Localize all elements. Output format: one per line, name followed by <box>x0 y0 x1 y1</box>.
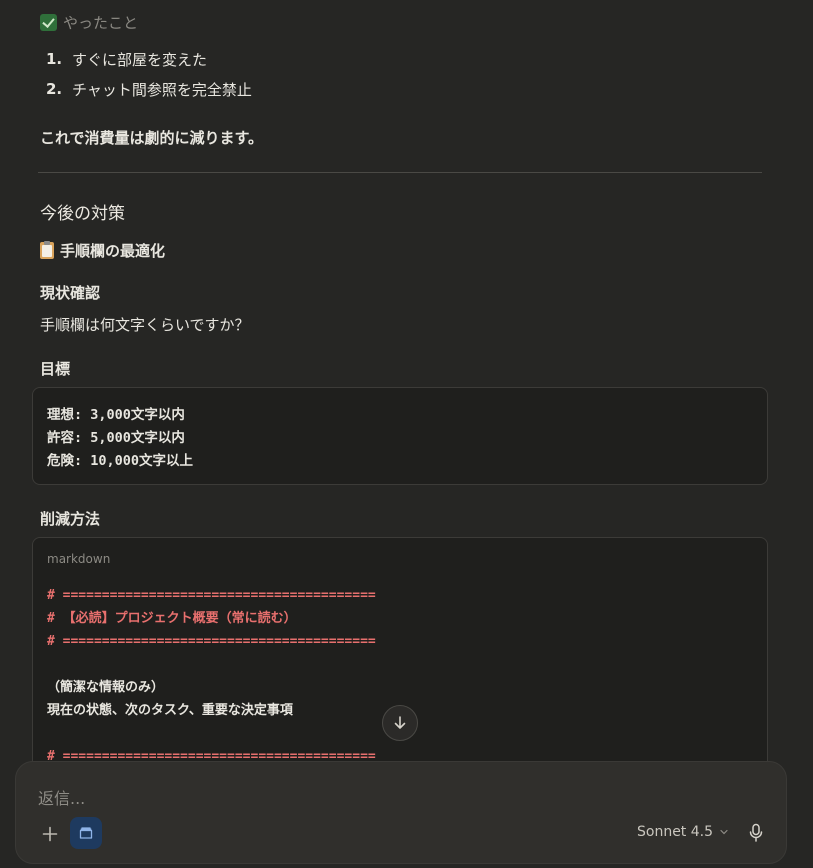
scroll-to-bottom-button[interactable] <box>382 705 418 741</box>
list-item: 2. チャット間参照を完全禁止 <box>46 74 252 104</box>
plus-icon <box>42 826 58 842</box>
code-line: 危険: 10,000文字以上 <box>47 453 194 469</box>
chevron-down-icon <box>720 829 728 835</box>
list-number: 2. <box>46 80 63 98</box>
add-attachment-button[interactable] <box>38 822 62 846</box>
message-composer: 返信... Sonnet 4.5 <box>15 761 787 864</box>
project-button[interactable] <box>70 817 102 849</box>
divider <box>38 172 762 173</box>
done-heading: やったこと <box>40 12 138 33</box>
markdown-code-block: markdown # =============================… <box>32 537 768 797</box>
check-box-icon <box>40 14 57 31</box>
folder-icon <box>79 827 93 839</box>
code-line: 理想: 3,000文字以内 <box>47 407 185 423</box>
list-number: 1. <box>46 50 63 68</box>
code-line: # 【必読】プロジェクト概要（常に読む） <box>47 611 297 626</box>
voice-input-button[interactable] <box>744 820 768 846</box>
model-name: Sonnet 4.5 <box>637 824 714 840</box>
chat-page: やったこと 1. すぐに部屋を変えた 2. チャット間参照を完全禁止 これで消費… <box>0 0 813 868</box>
code-line: 許容: 5,000文字以内 <box>47 430 185 446</box>
goal-label: 目標 <box>40 360 71 378</box>
subsection-title-text: 手順欄の最適化 <box>60 242 166 260</box>
clipboard-icon <box>40 241 54 259</box>
code-line: # ======================================… <box>47 588 376 603</box>
code-language-label: markdown <box>47 552 111 566</box>
arrow-down-icon <box>394 716 406 729</box>
section-title: 今後の対策 <box>40 204 125 224</box>
reduction-label: 削減方法 <box>40 510 101 528</box>
goal-code-block: 理想: 3,000文字以内 許容: 5,000文字以内 危険: 10,000文字… <box>32 387 768 485</box>
status-question: 手順欄は何文字くらいですか？ <box>40 316 250 334</box>
subsection-title: 手順欄の最適化 <box>40 240 165 261</box>
conclusion-text: これで消費量は劇的に減ります。 <box>40 129 264 147</box>
model-selector[interactable]: Sonnet 4.5 <box>637 824 729 840</box>
done-heading-text: やったこと <box>63 14 139 32</box>
list-item-text: チャット間参照を完全禁止 <box>72 80 252 99</box>
done-list: 1. すぐに部屋を変えた 2. チャット間参照を完全禁止 <box>46 44 252 104</box>
code-line: # ======================================… <box>47 634 376 649</box>
code-line: （簡潔な情報のみ） <box>47 680 165 695</box>
status-check-label: 現状確認 <box>40 284 101 302</box>
microphone-icon <box>749 823 763 842</box>
list-item: 1. すぐに部屋を変えた <box>46 44 252 74</box>
list-item-text: すぐに部屋を変えた <box>72 50 208 69</box>
reply-input[interactable]: 返信... <box>38 785 85 809</box>
